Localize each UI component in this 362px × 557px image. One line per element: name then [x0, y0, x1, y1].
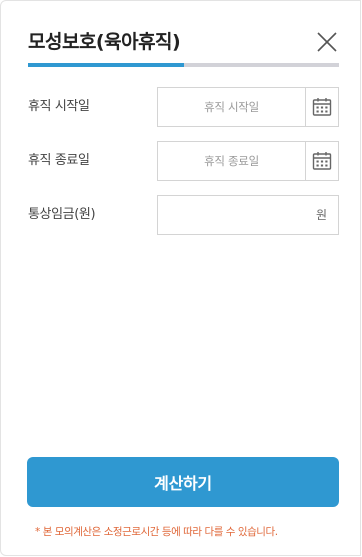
leave-start-field: [157, 87, 339, 127]
ordinary-wage-field: 원: [157, 195, 339, 235]
close-icon: [317, 32, 337, 52]
progress-fill: [28, 63, 184, 67]
leave-end-calendar-button[interactable]: [305, 142, 338, 180]
disclaimer-notice: * 본 모의계산은 소정근로시간 등에 따라 다를 수 있습니다.: [35, 526, 278, 538]
ordinary-wage-input[interactable]: [158, 196, 308, 234]
calendar-icon: [312, 98, 332, 116]
leave-start-calendar-button[interactable]: [305, 88, 338, 126]
leave-start-input[interactable]: [158, 88, 305, 126]
ordinary-wage-row: 통상임금(원) 원: [28, 195, 339, 235]
leave-start-row: 휴직 시작일: [28, 87, 339, 127]
close-button[interactable]: [315, 30, 339, 54]
leave-end-field: [157, 141, 339, 181]
calculator-dialog: 모성보호(육아휴직) 휴직 시작일 휴직 시작일 휴직 종료일 휴직 종료일 통…: [0, 0, 361, 556]
dialog-title: 모성보호(육아휴직): [28, 31, 181, 53]
leave-end-input[interactable]: [158, 142, 305, 180]
leave-end-row: 휴직 종료일: [28, 141, 339, 181]
progress-bar: [28, 63, 339, 67]
ordinary-wage-label: 통상임금(원): [28, 207, 96, 222]
currency-unit: 원: [315, 208, 327, 222]
calculate-button[interactable]: 계산하기: [27, 457, 339, 507]
leave-end-label: 휴직 종료일: [28, 153, 90, 168]
calendar-icon: [312, 152, 332, 170]
leave-start-label: 휴직 시작일: [28, 99, 90, 114]
